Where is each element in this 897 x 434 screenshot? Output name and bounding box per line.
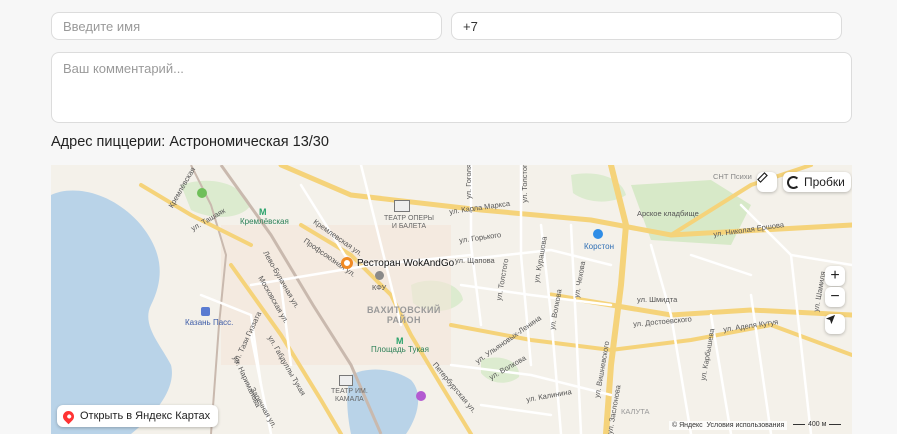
restaurant-marker[interactable]: Ресторан WokAndGo	[341, 257, 454, 269]
location-arrow-icon	[825, 314, 836, 325]
yandex-map[interactable]: Кремлёвская ул. Ташаяк M Кремлёвская ТЕА…	[51, 165, 852, 434]
pizzeria-address: Адрес пиццерии: Астрономическая 13/30	[51, 134, 329, 150]
scale-label: 400 м	[808, 421, 827, 428]
terms-link[interactable]: Условия использования	[707, 422, 785, 429]
comment-textarea[interactable]	[51, 52, 852, 123]
ruler-button[interactable]	[757, 172, 777, 192]
traffic-icon	[787, 175, 800, 189]
open-in-yandex-maps-label: Открыть в Яндекс Картах	[80, 410, 211, 422]
traffic-button[interactable]: Пробки	[783, 172, 851, 192]
plus-icon: +	[830, 267, 840, 284]
map-copyright: © Яндекс Условия использования	[669, 421, 788, 430]
kazanka-water	[51, 190, 172, 434]
park-area-left	[181, 180, 251, 217]
map-canvas[interactable]	[51, 165, 852, 434]
geolocation-button[interactable]	[825, 314, 845, 334]
zoom-out-button[interactable]: −	[825, 287, 845, 307]
minus-icon: −	[830, 288, 840, 305]
ruler-icon	[757, 172, 768, 183]
marker-pin-icon	[341, 257, 353, 269]
marker-label: Ресторан WokAndGo	[357, 257, 455, 269]
phone-input[interactable]	[451, 12, 842, 40]
zoom-in-button[interactable]: +	[825, 266, 845, 286]
map-pin-icon	[60, 408, 77, 424]
open-in-yandex-maps-button[interactable]: Открыть в Яндекс Картах	[57, 405, 219, 427]
road-vishnevskogo	[548, 292, 852, 318]
map-scale: 400 м	[793, 421, 842, 428]
name-input[interactable]	[51, 12, 442, 40]
road-dostoevskogo	[449, 322, 852, 357]
copyright-text: © Яндекс	[672, 422, 703, 429]
traffic-label: Пробки	[804, 175, 845, 189]
